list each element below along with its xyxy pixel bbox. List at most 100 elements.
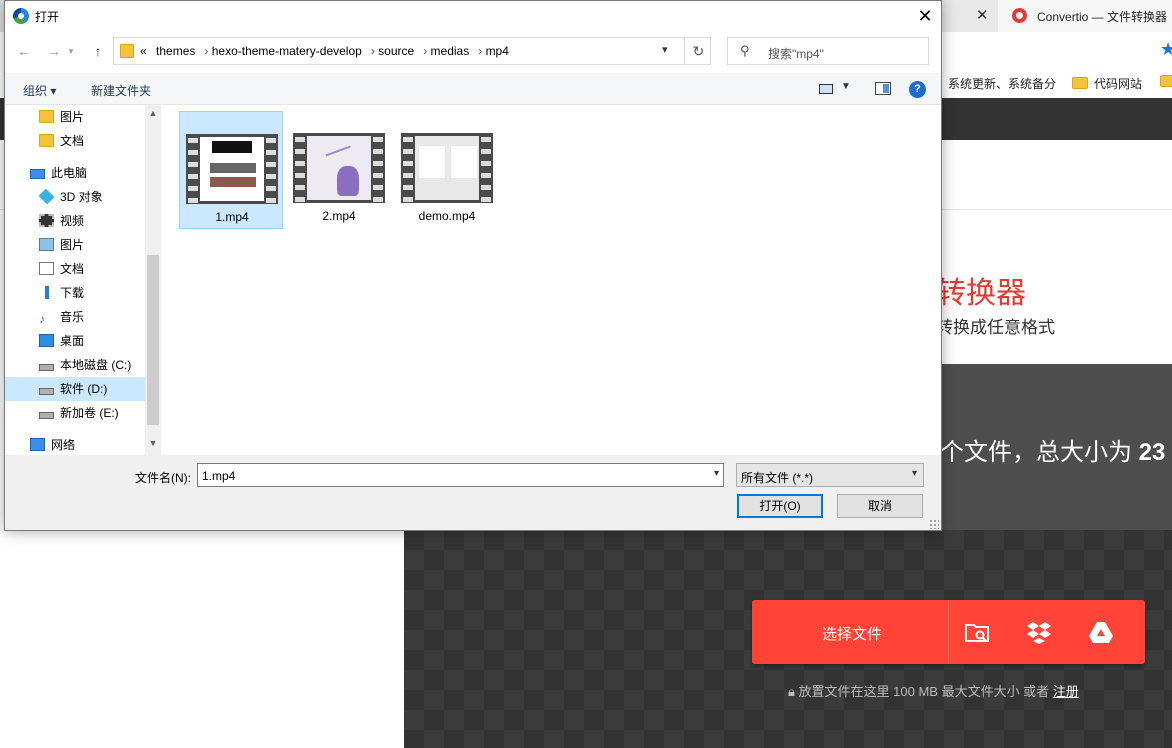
tree-item-pictures-quick[interactable]: 图片 — [5, 105, 145, 129]
chevron-down-icon[interactable]: ▾ — [714, 468, 719, 479]
view-icon — [819, 84, 833, 94]
register-link[interactable]: 注册 — [1053, 684, 1079, 699]
help-icon[interactable]: ? — [909, 81, 926, 98]
chevron-right-icon[interactable]: › — [423, 44, 427, 58]
scroll-down-icon[interactable]: ▼ — [145, 435, 161, 451]
scroll-up-icon[interactable]: ▲ — [145, 105, 161, 121]
network-icon — [30, 438, 45, 451]
tree-item-videos[interactable]: 视频 — [5, 209, 145, 233]
open-button[interactable]: 打开(O) — [737, 494, 823, 518]
filetype-value: 所有文件 (*.*) — [741, 471, 814, 485]
drive-icon — [39, 412, 54, 419]
folder-icon — [120, 44, 134, 58]
tree-item-pictures[interactable]: 图片 — [5, 233, 145, 257]
hero-title: 转换器 — [936, 277, 1026, 310]
tree-item-drive-d[interactable]: 软件 (D:) — [5, 377, 145, 401]
cancel-button[interactable]: 取消 — [837, 494, 923, 518]
address-bar[interactable]: « themes › hexo-theme-matery-develop › sou… — [113, 37, 711, 65]
forward-button[interactable]: → — [43, 41, 65, 61]
chevron-down-icon: ▾ — [911, 468, 917, 479]
computer-icon — [30, 169, 45, 179]
bookmark-item[interactable]: 系统更新、系统备分 — [948, 75, 1056, 92]
3d-objects-icon — [38, 188, 55, 205]
tree-item-network[interactable]: 网络 — [5, 433, 145, 455]
separator — [948, 600, 949, 664]
video-thumbnail-icon — [186, 134, 278, 204]
bookmark-folder[interactable]: 代码网站 — [1072, 75, 1142, 92]
file-name: 1.mp4 — [215, 210, 249, 224]
tree-item-documents[interactable]: 文档 — [5, 257, 145, 281]
chevron-down-icon[interactable]: ▾ — [662, 43, 668, 56]
tree-item-this-pc[interactable]: 此电脑 — [5, 161, 145, 185]
back-button[interactable]: ← — [13, 41, 35, 61]
folder-icon — [1072, 77, 1088, 89]
tree-scrollbar[interactable]: ▲ ▼ — [145, 105, 161, 455]
filename-value: 1.mp4 — [202, 469, 236, 483]
desktop-icon — [39, 334, 54, 347]
tree-item-music[interactable]: ♪ 音乐 — [5, 305, 145, 329]
video-thumbnail-icon — [293, 133, 385, 203]
google-drive-icon[interactable] — [1088, 619, 1114, 645]
breadcrumb: « themes › hexo-theme-matery-develop › sou… — [140, 44, 509, 58]
new-folder-button[interactable]: 新建文件夹 — [91, 82, 151, 99]
choose-files-button[interactable]: 选择文件 — [752, 600, 1145, 664]
change-view-button[interactable]: ▼ — [819, 81, 851, 97]
file-name: 2.mp4 — [322, 209, 356, 223]
file-item[interactable]: 1.mp4 — [179, 111, 283, 229]
filetype-select[interactable]: 所有文件 (*.*) ▾ — [736, 463, 924, 487]
file-item[interactable]: demo.mp4 — [395, 111, 499, 229]
hero-subtitle: 转换成任意格式 — [936, 318, 1055, 337]
tree-item-drive-e[interactable]: 新加卷 (E:) — [5, 401, 145, 425]
folder-search-icon[interactable] — [964, 619, 990, 645]
refresh-icon[interactable]: ↻ — [684, 38, 712, 64]
music-icon: ♪ — [39, 312, 45, 326]
organize-button[interactable]: 组织 ▾ — [23, 82, 56, 99]
chevron-right-icon[interactable]: › — [204, 44, 208, 58]
drive-icon — [39, 364, 54, 371]
convertio-logo-icon — [1012, 8, 1027, 23]
pictures-icon — [39, 238, 54, 251]
folder-icon — [39, 110, 54, 123]
file-item[interactable]: 2.mp4 — [287, 111, 391, 229]
preview-pane-icon[interactable] — [875, 82, 891, 95]
close-icon[interactable]: ✕ — [976, 6, 989, 24]
breadcrumb-overflow[interactable]: « — [140, 44, 147, 58]
search-input[interactable]: ⚲ 搜索"mp4" — [727, 37, 929, 65]
tree-item-downloads[interactable]: 下载 — [5, 281, 145, 305]
star-icon[interactable]: ★ — [1160, 39, 1172, 60]
dialog-title: 打开 — [35, 10, 60, 24]
recent-locations-dropdown[interactable]: ▾ — [65, 41, 77, 61]
breadcrumb-item[interactable]: source — [378, 44, 414, 58]
dialog-titlebar[interactable]: 打开 ✕ — [5, 1, 941, 31]
dropbox-icon[interactable] — [1026, 619, 1052, 645]
breadcrumb-item[interactable]: themes — [156, 44, 195, 58]
folder-icon — [39, 134, 54, 147]
breadcrumb-item[interactable]: mp4 — [486, 44, 509, 58]
file-summary-text: 个文件，总大小为 23 — [940, 439, 1166, 466]
search-placeholder: 搜索"mp4" — [768, 47, 824, 61]
upload-note: 🔒︎ 放置文件在这里 100 MB 最大文件大小 或者 注册 — [788, 684, 1079, 699]
breadcrumb-item[interactable]: hexo-theme-matery-develop — [212, 44, 362, 58]
navigation-tree: 图片 文档 此电脑 3D 对象 视频 图片 文档 下载 ♪ 音乐 桌面 本地磁盘 … — [5, 105, 161, 455]
edge-icon — [13, 8, 29, 24]
folder-icon — [1160, 75, 1172, 87]
filename-label: 文件名(N): — [135, 471, 191, 485]
filename-input[interactable]: 1.mp4 ▾ — [197, 463, 724, 487]
file-list: 1.mp4 2.mp4 demo.mp4 — [161, 105, 941, 455]
video-icon — [39, 214, 54, 227]
documents-icon — [39, 262, 54, 275]
file-name: demo.mp4 — [418, 209, 476, 223]
chevron-right-icon[interactable]: › — [478, 44, 482, 58]
close-button[interactable]: ✕ — [911, 3, 939, 29]
resize-grip-icon[interactable] — [929, 519, 939, 529]
scrollbar-thumb[interactable] — [147, 255, 159, 425]
tree-item-documents-quick[interactable]: 文档 — [5, 129, 145, 153]
tree-item-drive-c[interactable]: 本地磁盘 (C:) — [5, 353, 145, 377]
chevron-right-icon[interactable]: › — [371, 44, 375, 58]
breadcrumb-item[interactable]: medias — [431, 44, 470, 58]
up-button[interactable]: ↑ — [87, 41, 109, 61]
browser-tab[interactable] — [940, 0, 998, 32]
tree-item-desktop[interactable]: 桌面 — [5, 329, 145, 353]
bookmark-folder[interactable] — [1160, 75, 1172, 89]
tree-item-3d-objects[interactable]: 3D 对象 — [5, 185, 145, 209]
